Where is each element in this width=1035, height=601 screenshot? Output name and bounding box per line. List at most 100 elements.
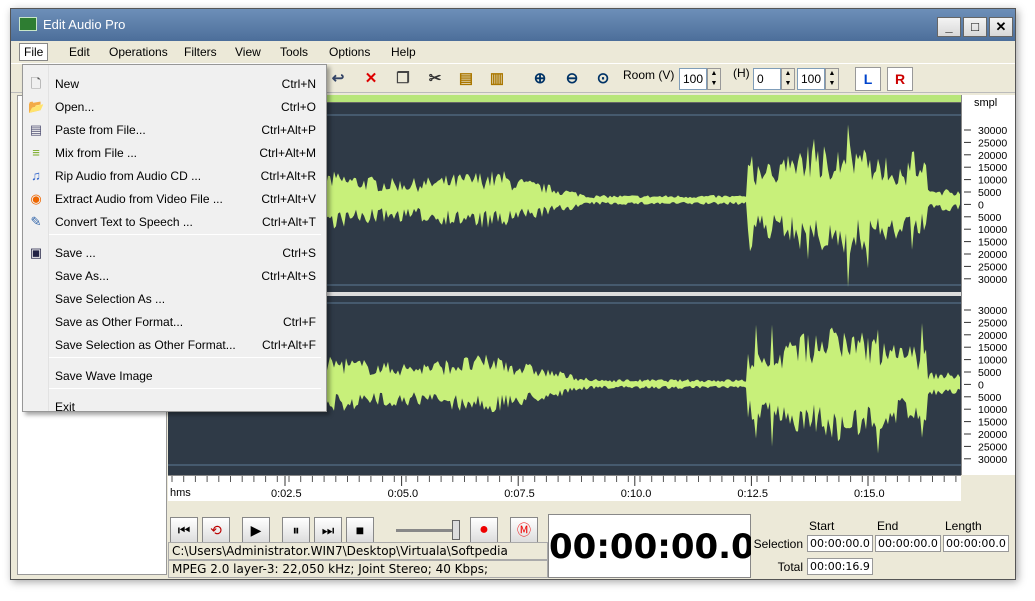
undo-icon[interactable]: ↩ bbox=[326, 68, 350, 90]
file-menu-item[interactable]: Save Wave Image bbox=[23, 365, 326, 387]
volume-slider-thumb[interactable] bbox=[452, 520, 460, 540]
time-tick-label: 0:02.5 bbox=[271, 488, 302, 500]
file-menu-item[interactable]: Save as Other Format... Ctrl+F bbox=[23, 311, 326, 333]
record-mode-button[interactable]: Ⓜ bbox=[510, 517, 538, 543]
menu-view[interactable]: View bbox=[231, 44, 265, 60]
file-menu-item[interactable]: ▣ Save ... Ctrl+S bbox=[23, 242, 326, 264]
file-menu-item[interactable]: ≡ Mix from File ... Ctrl+Alt+M bbox=[23, 142, 326, 164]
ruler-tick-label: 30000 bbox=[978, 274, 1007, 286]
file-menu-item-label: Paste from File... bbox=[55, 123, 146, 137]
file-menu-item-shortcut: Ctrl+Alt+P bbox=[261, 123, 316, 137]
app-window: Edit Audio Pro _ □ ✕ File Edit Operation… bbox=[10, 8, 1016, 580]
floppy-icon: ▣ bbox=[29, 245, 43, 260]
file-menu-item[interactable]: 🗋 New Ctrl+N bbox=[23, 73, 326, 95]
skip-end-button[interactable]: ⏭ bbox=[314, 517, 342, 543]
file-menu-item[interactable]: Save As... Ctrl+Alt+S bbox=[23, 265, 326, 287]
paste-new-icon[interactable]: ▥ bbox=[485, 68, 509, 90]
ruler-tick-label: 30000 bbox=[978, 454, 1007, 466]
cut-icon[interactable]: ✂ bbox=[423, 68, 447, 90]
file-menu-item-label: Exit bbox=[55, 400, 76, 414]
selection-end-field[interactable]: 00:00:00.0 bbox=[875, 535, 941, 552]
file-menu-item-label: Save ... bbox=[55, 246, 96, 260]
zoom-in-icon[interactable]: ⊕ bbox=[528, 68, 552, 90]
time-tick-label: 0:05.0 bbox=[388, 488, 419, 500]
maximize-button[interactable]: □ bbox=[963, 17, 987, 37]
ruler-tick-label: 20000 bbox=[978, 429, 1007, 441]
left-channel-button[interactable]: L bbox=[855, 67, 881, 91]
stop-button[interactable]: ■ bbox=[346, 517, 374, 543]
menu-edit[interactable]: Edit bbox=[65, 44, 94, 60]
file-menu-item[interactable]: Exit bbox=[23, 396, 326, 418]
file-menu-item-label: Save Wave Image bbox=[55, 369, 153, 383]
room-h2-input[interactable]: 100 bbox=[797, 68, 825, 90]
file-menu-item-shortcut: Ctrl+N bbox=[281, 77, 316, 91]
ruler-tick-label: 10000 bbox=[978, 355, 1007, 367]
selection-length-field[interactable]: 00:00:00.0 bbox=[943, 535, 1009, 552]
copy-icon[interactable]: ❐ bbox=[391, 68, 415, 90]
menu-help[interactable]: Help bbox=[387, 44, 420, 60]
file-menu-item[interactable]: ✎ Convert Text to Speech ... Ctrl+Alt+T bbox=[23, 211, 326, 233]
file-menu-item[interactable]: ♫ Rip Audio from Audio CD ... Ctrl+Alt+R bbox=[23, 165, 326, 187]
menu-separator bbox=[49, 357, 321, 358]
file-menu-item-label: Save as Other Format... bbox=[55, 315, 184, 329]
zoom-fit-icon[interactable]: ⊙ bbox=[591, 68, 615, 90]
new-file-icon: 🗋 bbox=[30, 76, 42, 91]
file-menu-item-label: Save As... bbox=[55, 269, 110, 283]
ruler-tick-label: 5000 bbox=[978, 187, 1002, 199]
paste-icon[interactable]: ▤ bbox=[454, 68, 478, 90]
video-icon: ◉ bbox=[30, 191, 42, 206]
selection-start-field[interactable]: 00:00:00.0 bbox=[807, 535, 873, 552]
ruler-tick-label: 30000 bbox=[978, 125, 1007, 137]
room-v-spinner[interactable]: ▲ ▼ bbox=[707, 68, 721, 90]
file-menu-item-label: Extract Audio from Video File ... bbox=[55, 192, 223, 206]
close-button[interactable]: ✕ bbox=[989, 17, 1013, 37]
file-menu-item[interactable]: ▤ Paste from File... Ctrl+Alt+P bbox=[23, 119, 326, 141]
file-menu-item[interactable]: 📂 Open... Ctrl+O bbox=[23, 96, 326, 118]
file-menu-item[interactable]: Save Selection as Other Format... Ctrl+Al… bbox=[23, 334, 326, 356]
ruler-tick-label: 15000 bbox=[978, 237, 1007, 249]
file-menu-item-shortcut: Ctrl+Alt+M bbox=[259, 146, 316, 160]
room-h-spinner[interactable]: ▲ ▼ bbox=[781, 68, 795, 90]
volume-slider-track[interactable] bbox=[396, 529, 458, 532]
time-tick-label: 0:15.0 bbox=[854, 488, 885, 500]
ruler-tick-label: 20000 bbox=[978, 330, 1007, 342]
minimize-button[interactable]: _ bbox=[937, 17, 961, 37]
menu-file[interactable]: File bbox=[19, 43, 49, 61]
ruler-tick-label: 25000 bbox=[978, 441, 1007, 453]
file-menu-item-shortcut: Ctrl+Alt+S bbox=[261, 269, 316, 283]
length-header: Length bbox=[945, 519, 982, 533]
file-menu-item[interactable]: ◉ Extract Audio from Video File ... Ctrl+A… bbox=[23, 188, 326, 210]
play-button[interactable]: ▶ bbox=[242, 517, 270, 543]
right-channel-button[interactable]: R bbox=[887, 67, 913, 91]
room-label: Room (V) bbox=[623, 68, 675, 82]
ruler-tick-label: 5000 bbox=[978, 392, 1002, 404]
room-h2-spinner[interactable]: ▲ ▼ bbox=[825, 68, 839, 90]
menu-operations[interactable]: Operations bbox=[105, 44, 172, 60]
music-note-icon: ♫ bbox=[31, 168, 41, 183]
delete-icon[interactable]: ✕ bbox=[359, 68, 383, 90]
file-menu-item[interactable]: Save Selection As ... bbox=[23, 288, 326, 310]
total-label: Total bbox=[777, 560, 803, 574]
menu-options[interactable]: Options bbox=[325, 44, 374, 60]
pause-button[interactable]: ⏸ bbox=[282, 517, 310, 543]
loop-play-button[interactable]: ⟲ bbox=[202, 517, 230, 543]
time-tick-label: 0:10.0 bbox=[621, 488, 652, 500]
time-tick-label: 0:07.5 bbox=[504, 488, 535, 500]
h-label: (H) bbox=[733, 66, 750, 80]
file-menu-item-shortcut: Ctrl+Alt+F bbox=[261, 338, 316, 352]
menu-tools[interactable]: Tools bbox=[276, 44, 312, 60]
room-h-input[interactable]: 0 bbox=[753, 68, 781, 90]
ruler-tick-label: 20000 bbox=[978, 150, 1007, 162]
room-v-input[interactable]: 100 bbox=[679, 68, 707, 90]
zoom-out-icon[interactable]: ⊖ bbox=[560, 68, 584, 90]
time-tick-label: 0:12.5 bbox=[737, 488, 768, 500]
title-bar: Edit Audio Pro _ □ ✕ bbox=[11, 9, 1015, 41]
selection-panel: Start End Length Selection 00:00:00.0 00… bbox=[751, 514, 1015, 578]
file-menu-item-label: Save Selection As ... bbox=[55, 292, 166, 306]
amplitude-ruler: smpl 30000 25000 20000 15000 10000 5000 0 5000 1… bbox=[961, 95, 1015, 475]
menu-filters[interactable]: Filters bbox=[180, 44, 221, 60]
file-menu-item-label: Convert Text to Speech ... bbox=[55, 215, 193, 229]
file-menu-item-label: Save Selection as Other Format... bbox=[55, 338, 236, 352]
skip-start-button[interactable]: ⏮ bbox=[170, 517, 198, 543]
record-button[interactable]: ● bbox=[470, 517, 498, 543]
